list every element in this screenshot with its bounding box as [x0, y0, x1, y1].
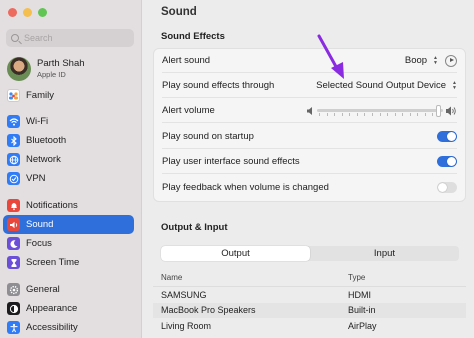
alert-sound-label: Alert sound: [162, 55, 211, 66]
vpn-icon: [7, 172, 20, 185]
sidebar-item-notifications[interactable]: Notifications: [3, 196, 134, 215]
table-row[interactable]: MacBook Pro Speakers Built-in: [153, 302, 466, 318]
section-heading-sound-effects: Sound Effects: [161, 31, 225, 42]
sidebar-item-sound[interactable]: Sound: [3, 215, 134, 234]
annotation-arrow-icon: [317, 34, 344, 79]
network-icon: [7, 153, 20, 166]
user-subtitle: Apple ID: [37, 70, 66, 79]
volume-feedback-label: Play feedback when volume is changed: [162, 181, 329, 193]
table-row[interactable]: Living Room AirPlay: [153, 318, 466, 334]
sidebar-item-network[interactable]: Network: [3, 150, 134, 169]
slider-ticks: [319, 112, 441, 116]
avatar: [7, 57, 31, 81]
volume-feedback-toggle[interactable]: [437, 181, 457, 193]
general-icon: [7, 283, 20, 296]
device-type: Built-in: [348, 305, 376, 316]
section-heading-output-input: Output & Input: [161, 222, 228, 233]
device-type: HDMI: [348, 289, 371, 300]
close-window-button[interactable]: [8, 8, 17, 17]
sidebar-item-label: General: [26, 284, 60, 295]
family-icon: [7, 89, 20, 102]
device-name: MacBook Pro Speakers: [161, 305, 256, 316]
startup-sound-toggle[interactable]: [437, 131, 457, 142]
page-title: Sound: [161, 6, 197, 18]
sidebar-item-general[interactable]: General: [3, 280, 134, 299]
sound-settings-pane: Sound Sound Effects Alert sound Boop ▲ ▼ …: [143, 0, 474, 338]
sound-effects-card: Alert sound Boop ▲ ▼ Play sound effects t…: [153, 48, 466, 202]
minimize-window-button[interactable]: [23, 8, 32, 17]
column-header-name[interactable]: Name: [153, 273, 348, 282]
search-placeholder: Search: [24, 33, 53, 43]
sidebar-item-label: Screen Time: [26, 257, 80, 268]
slider-thumb[interactable]: [435, 104, 441, 117]
ui-sound-effects-row: Play user interface sound effects: [162, 150, 457, 174]
apple-id-account[interactable]: Parth Shah Apple ID: [7, 57, 85, 81]
volume-low-icon: [307, 106, 312, 115]
chevron-updown-icon: ▲ ▼: [452, 79, 457, 91]
bluetooth-icon: [7, 134, 20, 147]
zoom-window-button[interactable]: [38, 8, 47, 17]
alert-sound-value: Boop: [404, 55, 428, 66]
sidebar-item-label: VPN: [26, 173, 46, 184]
sidebar-item-label: Wi-Fi: [26, 116, 49, 127]
sidebar-item-bluetooth[interactable]: Bluetooth: [3, 131, 134, 150]
output-input-segmented-control: Output Input: [161, 246, 459, 261]
search-input[interactable]: Search: [6, 29, 134, 47]
wifi-icon: [7, 115, 20, 128]
alert-volume-slider[interactable]: [307, 104, 457, 117]
chevron-updown-icon: ▲ ▼: [433, 54, 438, 66]
accessibility-icon: [7, 321, 20, 334]
volume-feedback-row: Play feedback when volume is changed: [162, 175, 457, 199]
alert-volume-row: Alert volume: [162, 99, 457, 123]
sidebar-item-focus[interactable]: Focus: [3, 234, 134, 253]
sidebar-item-label: Focus: [26, 238, 52, 249]
table-header: Name Type: [153, 268, 466, 287]
screen-time-icon: [7, 256, 20, 269]
output-devices-table: Name Type SAMSUNG HDMI MacBook Pro Speak…: [153, 268, 466, 334]
alert-volume-label: Alert volume: [162, 105, 215, 116]
user-name: Parth Shah: [37, 58, 85, 69]
device-name: SAMSUNG: [161, 289, 207, 300]
sidebar-item-wifi[interactable]: Wi-Fi: [3, 112, 134, 131]
search-icon: [11, 34, 19, 42]
play-through-label: Play sound effects through: [162, 80, 275, 91]
sidebar-item-label: Accessibility: [26, 322, 78, 333]
play-through-row: Play sound effects through Selected Soun…: [162, 74, 457, 98]
column-header-type[interactable]: Type: [348, 273, 365, 282]
sidebar-item-label: Family: [26, 90, 54, 101]
alert-sound-row: Alert sound Boop ▲ ▼: [162, 49, 457, 73]
ui-sound-effects-toggle[interactable]: [437, 156, 457, 167]
startup-sound-label: Play sound on startup: [162, 131, 254, 142]
tab-input[interactable]: Input: [310, 246, 459, 261]
sidebar-item-label: Notifications: [26, 200, 78, 211]
appearance-icon: [7, 302, 20, 315]
play-sound-button[interactable]: [445, 54, 457, 67]
focus-icon: [7, 237, 20, 250]
sidebar: Search Parth Shah Apple ID Family Wi-Fi …: [0, 0, 142, 338]
device-name: Living Room: [161, 320, 212, 331]
startup-sound-row: Play sound on startup: [162, 125, 457, 149]
device-type: AirPlay: [348, 320, 377, 331]
sidebar-item-family[interactable]: Family: [3, 86, 134, 105]
alert-sound-select[interactable]: Boop ▲ ▼: [405, 55, 438, 66]
sidebar-item-appearance[interactable]: Appearance: [3, 299, 134, 318]
ui-sound-effects-label: Play user interface sound effects: [162, 156, 300, 167]
window-controls: [8, 8, 47, 17]
sidebar-item-accessibility[interactable]: Accessibility: [3, 318, 134, 337]
sidebar-item-vpn[interactable]: VPN: [3, 169, 134, 188]
table-row[interactable]: SAMSUNG HDMI: [153, 287, 466, 303]
notifications-icon: [7, 199, 20, 212]
sound-icon: [7, 218, 20, 231]
volume-high-icon: [446, 106, 456, 115]
tab-output[interactable]: Output: [161, 246, 310, 261]
sidebar-item-label: Appearance: [26, 303, 78, 314]
sidebar-item-screen-time[interactable]: Screen Time: [3, 253, 134, 272]
sidebar-item-label: Bluetooth: [26, 135, 67, 146]
sidebar-item-label: Network: [26, 154, 61, 165]
sidebar-item-label: Sound: [26, 219, 54, 230]
